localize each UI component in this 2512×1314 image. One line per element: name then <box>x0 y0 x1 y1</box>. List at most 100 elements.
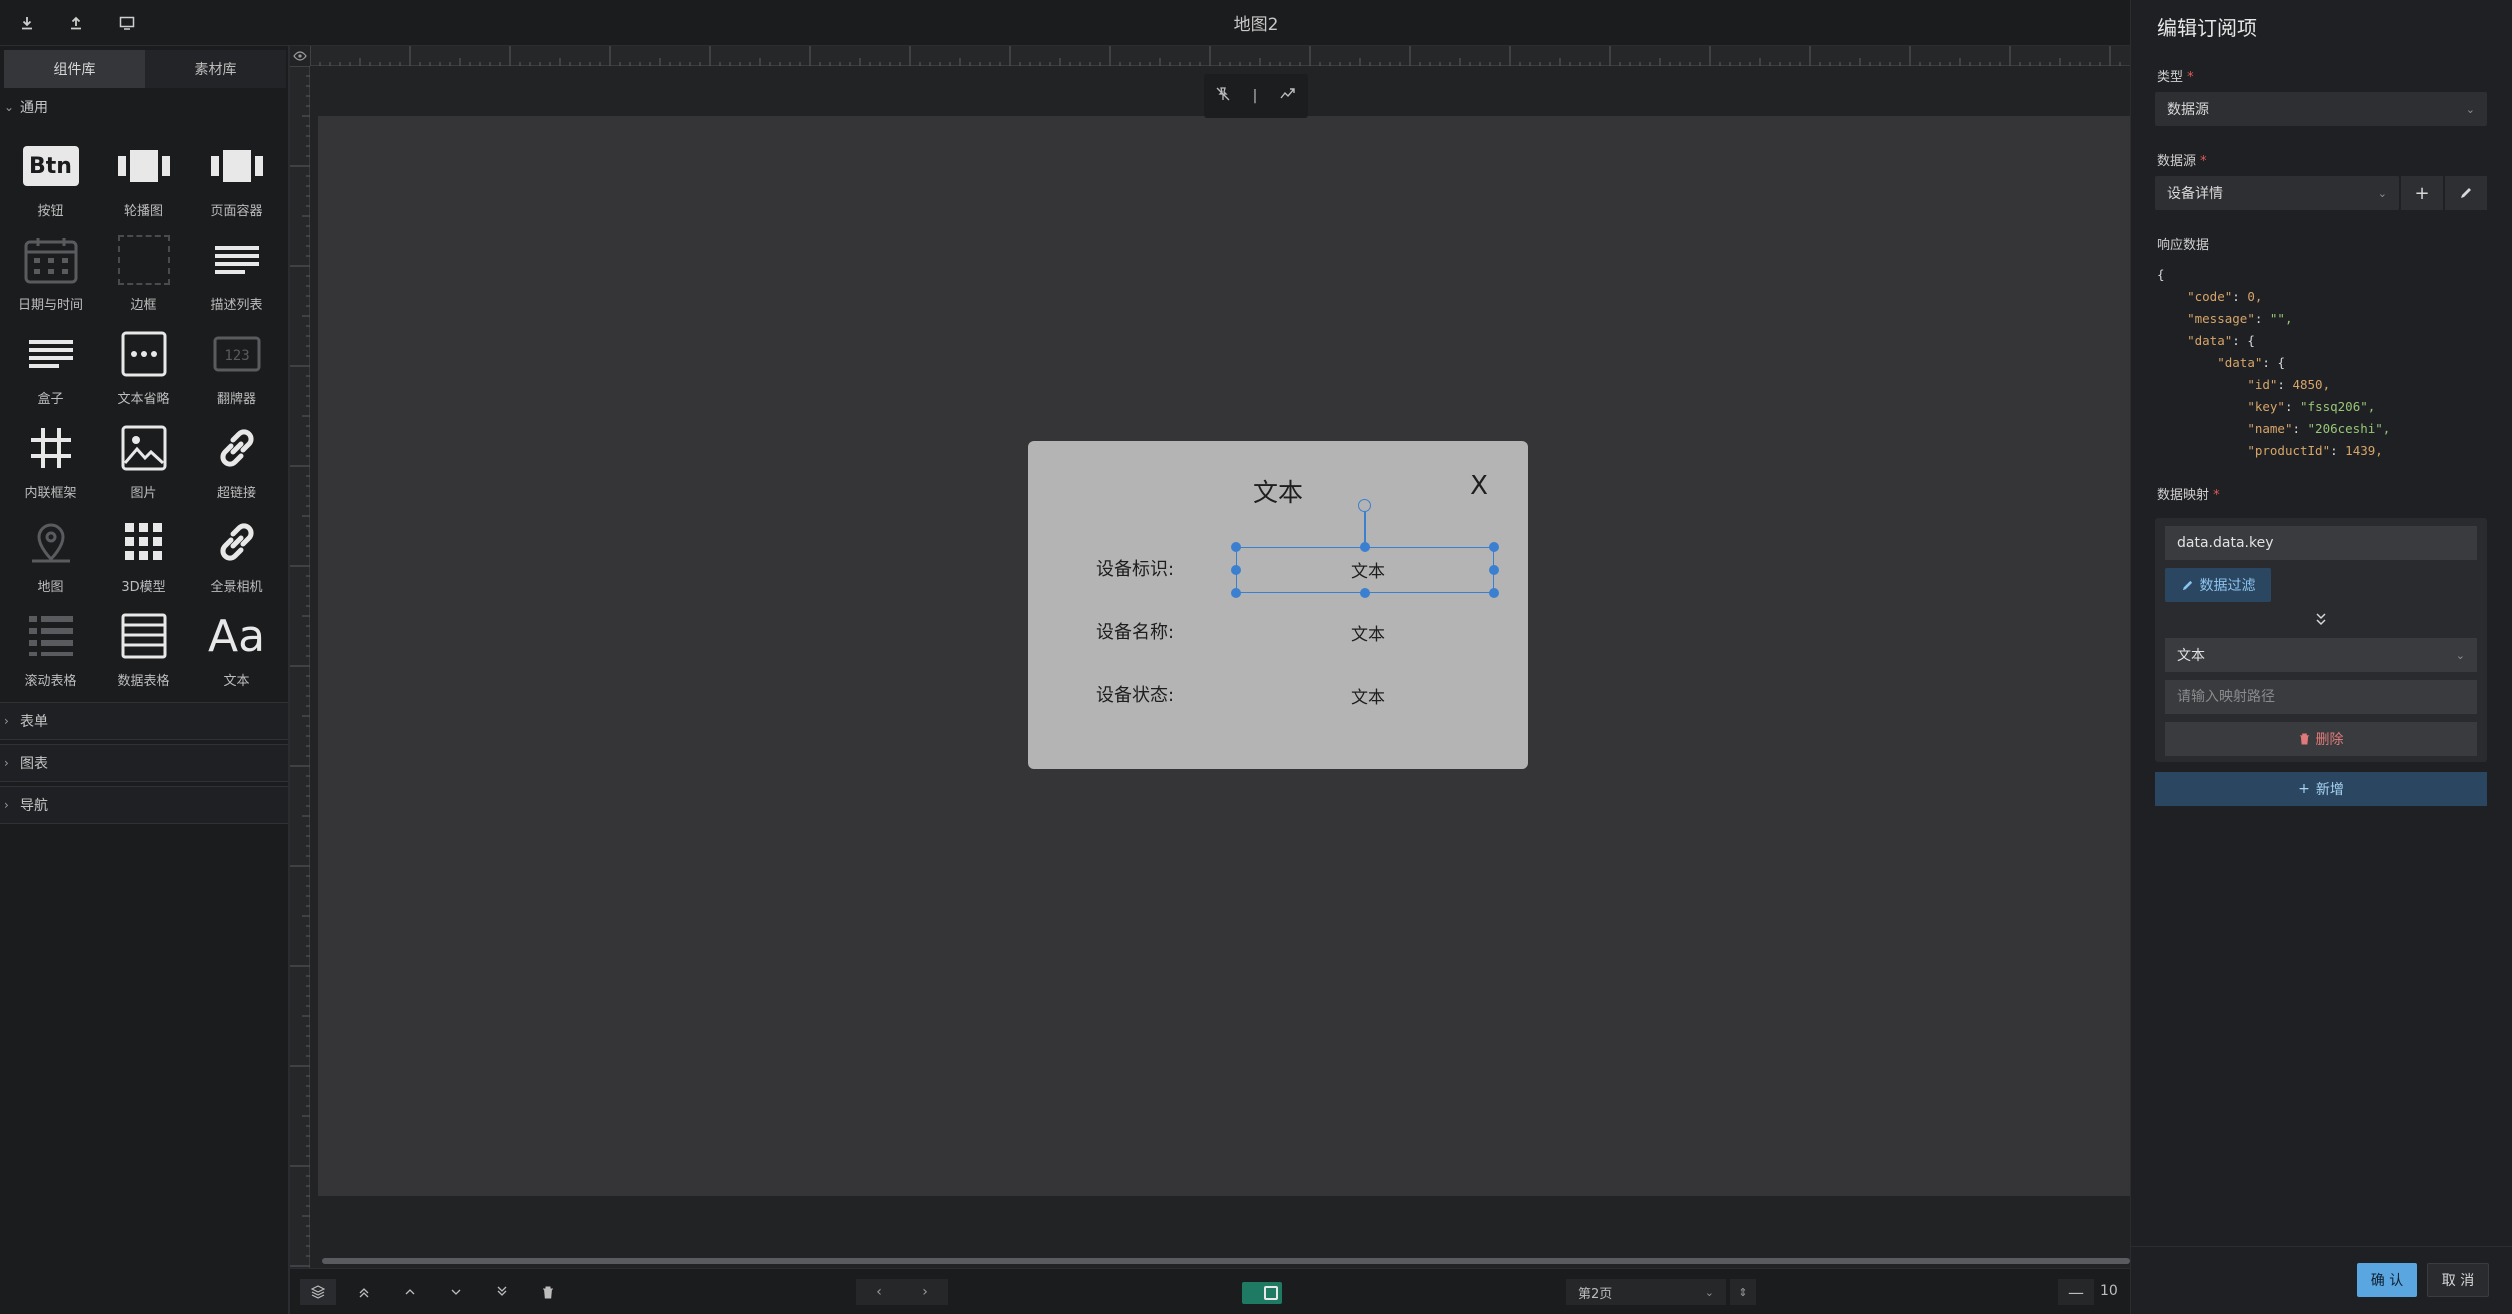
component-text[interactable]: Aa 文本 <box>190 604 283 698</box>
tab-components[interactable]: 组件库 <box>4 50 145 88</box>
horizontal-ruler <box>309 46 2130 66</box>
component-carousel[interactable]: 轮播图 <box>97 134 190 228</box>
zoom-level: 10 <box>2100 1283 2118 1299</box>
category-chart[interactable]: › 图表 <box>0 744 288 782</box>
pin-off-icon[interactable] <box>1216 87 1230 105</box>
chevron-right-icon: › <box>4 714 9 728</box>
datasource-label: 数据源 * <box>2157 154 2207 169</box>
category-general[interactable]: ⌄ 通用 <box>0 88 288 126</box>
confirm-button[interactable]: 确 认 <box>2357 1263 2417 1297</box>
component-hyperlink[interactable]: 超链接 <box>190 416 283 510</box>
category-form[interactable]: › 表单 <box>0 702 288 740</box>
popup-dialog-component[interactable]: 文本 X 设备标识: 文本 设备名称: 文本 设备状态: 文本 <box>1028 441 1528 769</box>
resize-handle-e[interactable] <box>1489 565 1499 575</box>
component-map[interactable]: 地图 <box>4 510 97 604</box>
eye-icon[interactable] <box>290 46 310 66</box>
layers-icon[interactable] <box>300 1279 336 1305</box>
rotate-handle[interactable] <box>1358 499 1371 512</box>
component-box[interactable]: 盒子 <box>4 322 97 416</box>
type-label: 类型 * <box>2157 70 2194 85</box>
move-up-icon[interactable] <box>392 1279 428 1305</box>
device-status-value[interactable]: 文本 <box>1238 683 1498 708</box>
download-icon[interactable] <box>14 10 40 36</box>
image-icon <box>114 420 174 476</box>
top-toolbar <box>0 0 2130 46</box>
component-3d-model[interactable]: 3D模型 <box>97 510 190 604</box>
pencil-icon <box>2461 188 2471 198</box>
link-icon <box>207 514 267 570</box>
type-select[interactable]: 数据源 ⌄ <box>2155 92 2487 126</box>
trash-icon[interactable] <box>530 1279 566 1305</box>
data-filter-button[interactable]: 数据过滤 <box>2165 568 2271 602</box>
chevron-right-icon: › <box>4 756 9 770</box>
chevron-down-icon: ⌄ <box>2465 102 2475 116</box>
button-icon: Btn <box>21 138 81 194</box>
cancel-button[interactable]: 取 消 <box>2427 1263 2489 1297</box>
horizontal-scrollbar[interactable] <box>322 1258 2130 1264</box>
response-json-view: { "code": 0, "message": "", "data": { "d… <box>2157 267 2391 458</box>
chevron-right-icon: › <box>4 798 9 812</box>
component-datetime[interactable]: 日期与时间 <box>4 228 97 322</box>
resize-handle-n[interactable] <box>1360 542 1370 552</box>
chevron-right-icon[interactable]: › <box>902 1279 948 1305</box>
datasource-select[interactable]: 设备详情 ⌄ <box>2155 176 2399 210</box>
resize-handle-se[interactable] <box>1489 588 1499 598</box>
component-scroll-table[interactable]: 滚动表格 <box>4 604 97 698</box>
preview-mode-toggle[interactable] <box>1242 1282 1282 1304</box>
calendar-icon <box>21 232 81 288</box>
box-icon <box>21 326 81 382</box>
page-select[interactable]: 第2页 ⌄ <box>1566 1279 1726 1305</box>
device-id-label: 设备标识: <box>1096 559 1175 580</box>
component-flipper[interactable]: 123 翻牌器 <box>190 322 283 416</box>
device-name-value[interactable]: 文本 <box>1238 620 1498 645</box>
vertical-ruler <box>290 65 310 1268</box>
device-status-label: 设备状态: <box>1096 685 1175 706</box>
component-panorama-camera[interactable]: 全景相机 <box>190 510 283 604</box>
device-name-label: 设备名称: <box>1096 622 1175 643</box>
mapping-path-input[interactable] <box>2165 680 2477 714</box>
add-mapping-button[interactable]: + 新增 <box>2155 772 2487 806</box>
bring-to-front-icon[interactable] <box>346 1279 382 1305</box>
component-image[interactable]: 图片 <box>97 416 190 510</box>
double-chevron-down-icon <box>2155 610 2487 631</box>
category-nav[interactable]: › 导航 <box>0 786 288 824</box>
component-text-ellipsis[interactable]: 文本省略 <box>97 322 190 416</box>
resize-handle-sw[interactable] <box>1231 588 1241 598</box>
subscription-edit-panel: 编辑订阅项 类型 * 数据源 ⌄ 数据源 * 设备详情 ⌄ + 响应数据 { "… <box>2130 0 2512 1314</box>
list-icon <box>207 232 267 288</box>
page-container-icon <box>207 138 267 194</box>
dialog-close-button[interactable]: X <box>1464 471 1494 505</box>
add-datasource-button[interactable]: + <box>2401 176 2443 210</box>
panel-title: 编辑订阅项 <box>2157 16 2257 40</box>
monitor-icon[interactable] <box>114 10 140 36</box>
component-page-container[interactable]: 页面容器 <box>190 134 283 228</box>
move-down-icon[interactable] <box>438 1279 474 1305</box>
toggle-knob <box>1264 1286 1278 1300</box>
resize-handle-ne[interactable] <box>1489 542 1499 552</box>
chevron-left-icon[interactable]: ‹ <box>856 1279 902 1305</box>
border-icon <box>114 232 174 288</box>
trend-icon[interactable] <box>1280 88 1296 104</box>
send-to-back-icon[interactable] <box>484 1279 520 1305</box>
resize-handle-s[interactable] <box>1360 588 1370 598</box>
mapping-item: data.data.key 数据过滤 文本 ⌄ 删除 <box>2155 518 2487 762</box>
tab-materials[interactable]: 素材库 <box>145 50 286 88</box>
component-border[interactable]: 边框 <box>97 228 190 322</box>
component-iframe[interactable]: 内联框架 <box>4 416 97 510</box>
edit-datasource-button[interactable] <box>2445 176 2487 210</box>
component-description-list[interactable]: 描述列表 <box>190 228 283 322</box>
selection-box[interactable] <box>1231 542 1499 598</box>
resize-handle-nw[interactable] <box>1231 542 1241 552</box>
component-button[interactable]: Btn 按钮 <box>4 134 97 228</box>
upload-icon[interactable] <box>63 10 89 36</box>
zoom-out-button[interactable]: — <box>2058 1279 2094 1305</box>
bottom-toolbar: ‹ › 第2页 ⌄ ⇕ — 10 <box>290 1268 2130 1314</box>
mapping-target-select[interactable]: 文本 ⌄ <box>2165 638 2477 672</box>
mapping-source-path[interactable]: data.data.key <box>2165 526 2477 560</box>
resize-handle-w[interactable] <box>1231 565 1241 575</box>
delete-mapping-button[interactable]: 删除 <box>2165 722 2477 756</box>
component-grid: Btn 按钮 轮播图 页面容器 日期与时间 边框 描述列表 盒子 文本省略 12… <box>0 134 288 694</box>
grid-icon <box>114 514 174 570</box>
page-stepper-icon[interactable]: ⇕ <box>1730 1279 1756 1305</box>
component-data-table[interactable]: 数据表格 <box>97 604 190 698</box>
